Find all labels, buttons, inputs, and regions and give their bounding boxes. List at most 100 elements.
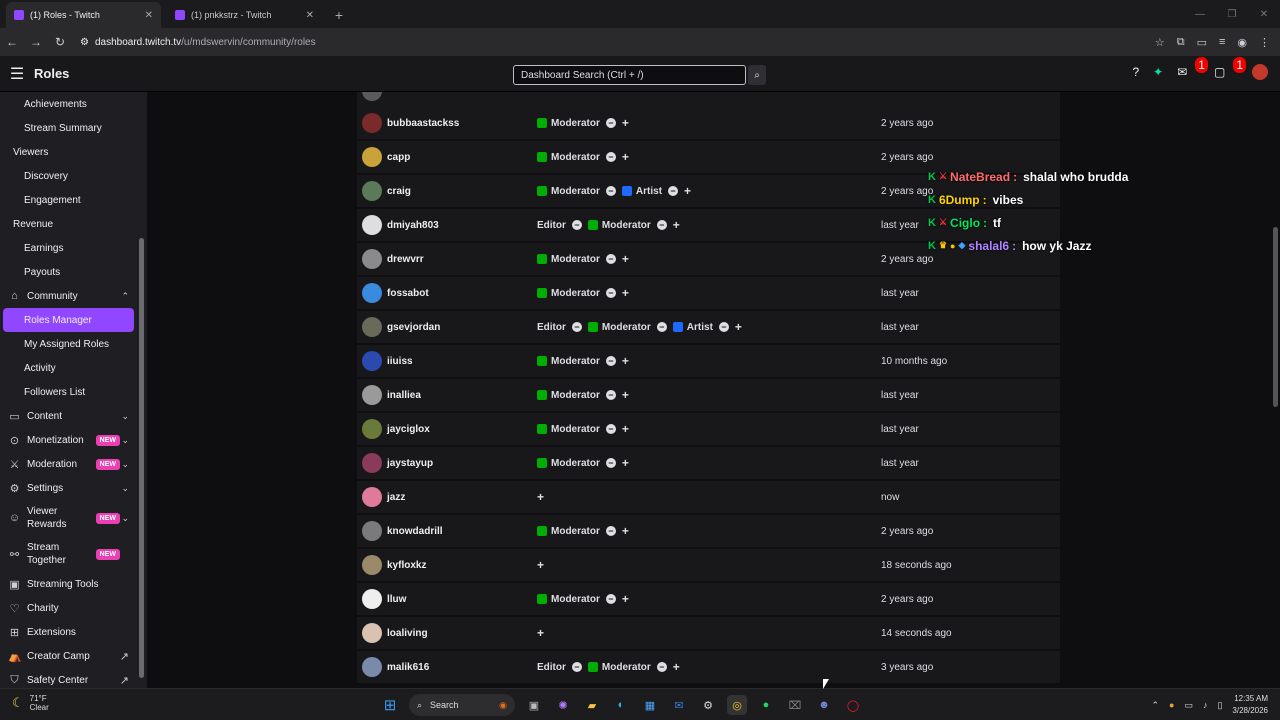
remove-role-button[interactable]: −	[605, 152, 616, 162]
remove-role-button[interactable]: −	[605, 186, 616, 196]
avatar[interactable]	[362, 385, 382, 405]
reload-icon[interactable]: ↻	[48, 35, 72, 49]
avatar[interactable]	[362, 113, 382, 133]
site-info-icon[interactable]: ⚙	[80, 37, 89, 48]
username[interactable]: kyfloxkz	[387, 560, 537, 571]
profile-icon[interactable]: ◉	[1237, 36, 1247, 49]
remove-role-button[interactable]: −	[605, 118, 616, 128]
remove-role-button[interactable]: −	[718, 322, 729, 332]
taskbar-search[interactable]: ⌕ Search ◉	[409, 694, 515, 716]
add-role-button[interactable]: +	[622, 592, 629, 606]
close-window-icon[interactable]: ✕	[1248, 0, 1280, 28]
windows-start-icon[interactable]: ⊞	[380, 695, 400, 715]
minimize-icon[interactable]: —	[1184, 0, 1216, 28]
avatar[interactable]	[362, 147, 382, 167]
username[interactable]: lluw	[387, 594, 537, 605]
main-scrollbar-thumb[interactable]	[1273, 227, 1278, 407]
chrome-icon[interactable]: ◎	[727, 695, 747, 715]
sidebar-item-content[interactable]: ▭ Content ⌄	[0, 404, 147, 428]
sidebar-item-followers-list[interactable]: Followers List	[0, 380, 147, 404]
sidebar-item-stream-together[interactable]: ⚯ Stream Together NEW	[0, 536, 147, 572]
sidebar-item-viewer-rewards[interactable]: ☺ Viewer Rewards NEW ⌄	[0, 500, 147, 536]
volume-icon[interactable]: ♪	[1203, 700, 1208, 710]
chevron-down-icon[interactable]: ⌄	[121, 411, 129, 422]
opera-icon[interactable]: ◯	[843, 695, 863, 715]
avatar[interactable]	[362, 657, 382, 677]
hamburger-menu-icon[interactable]: ☰	[0, 64, 34, 84]
username[interactable]: iiuiss	[387, 356, 537, 367]
add-role-button[interactable]: +	[622, 388, 629, 402]
username[interactable]: jaystayup	[387, 458, 537, 469]
chevron-down-icon[interactable]: ⌄	[121, 513, 129, 524]
forward-icon[interactable]: →	[24, 35, 48, 49]
notifications-icon[interactable]: ▢ 1	[1214, 57, 1246, 79]
edge-icon[interactable]: ◐	[611, 695, 631, 715]
remove-role-button[interactable]: −	[668, 186, 679, 196]
dashboard-search-input[interactable]: Dashboard Search (Ctrl + /)	[513, 65, 746, 85]
sidebar-item-moderation[interactable]: ⚔ Moderation NEW ⌄	[0, 452, 147, 476]
sidebar-item-viewers[interactable]: Viewers	[0, 140, 147, 164]
inbox-icon[interactable]: ✉ 1	[1177, 57, 1208, 79]
remove-role-button[interactable]: −	[656, 322, 667, 332]
remove-role-button[interactable]: −	[605, 594, 616, 604]
username[interactable]: craig	[387, 186, 537, 197]
username[interactable]: fossabot	[387, 288, 537, 299]
add-role-button[interactable]: +	[537, 558, 544, 572]
back-icon[interactable]: ←	[0, 35, 24, 49]
bits-gem-icon[interactable]: ✦	[1153, 65, 1163, 79]
copilot-icon[interactable]: ✺	[553, 695, 573, 715]
store-icon[interactable]: ▦	[640, 695, 660, 715]
sidebar-item-settings[interactable]: ⚙ Settings ⌄	[0, 476, 147, 500]
add-role-button[interactable]: +	[622, 252, 629, 266]
remove-role-button[interactable]: −	[605, 424, 616, 434]
clock[interactable]: 12:35 AM 3/28/2026	[1232, 693, 1268, 717]
username[interactable]: capp	[387, 152, 537, 163]
remove-role-button[interactable]: −	[571, 220, 582, 230]
avatar[interactable]	[362, 419, 382, 439]
avatar[interactable]	[362, 215, 382, 235]
sidebar-item-discovery[interactable]: Discovery	[0, 164, 147, 188]
extensions-puzzle-icon[interactable]: ⧉	[1177, 36, 1185, 49]
remove-role-button[interactable]: −	[656, 220, 667, 230]
username[interactable]: dmiyah803	[387, 220, 537, 231]
chevron-down-icon[interactable]: ⌄	[121, 459, 129, 470]
browser-tab-pnkkstrz[interactable]: (1) pnkkstrz - Twitch ✕	[167, 2, 322, 28]
username[interactable]: loaliving	[387, 628, 537, 639]
sidebar-item-streaming-tools[interactable]: ▣ Streaming Tools	[0, 572, 147, 596]
bookmark-star-icon[interactable]: ☆	[1155, 36, 1165, 49]
avatar[interactable]	[362, 453, 382, 473]
maximize-icon[interactable]: ❐	[1216, 0, 1248, 28]
add-role-button[interactable]: +	[622, 116, 629, 130]
sidebar-item-safety-center[interactable]: ⛉ Safety Center ↗	[0, 668, 147, 688]
username[interactable]: knowdadrill	[387, 526, 537, 537]
avatar[interactable]	[362, 521, 382, 541]
remove-role-button[interactable]: −	[605, 356, 616, 366]
sidebar-item-activity[interactable]: Activity	[0, 356, 147, 380]
avatar[interactable]	[362, 181, 382, 201]
add-role-button[interactable]: +	[622, 422, 629, 436]
remove-role-button[interactable]: −	[605, 288, 616, 298]
add-role-button[interactable]: +	[622, 354, 629, 368]
battery-icon[interactable]: ▯	[1217, 700, 1222, 711]
sidebar-item-revenue[interactable]: Revenue	[0, 212, 147, 236]
username[interactable]: gsevjordan	[387, 322, 537, 333]
mail-icon[interactable]: ✉	[669, 695, 689, 715]
username[interactable]: bubbaastackss	[387, 118, 537, 129]
avatar[interactable]	[362, 249, 382, 269]
new-tab-button[interactable]: +	[330, 6, 348, 24]
chevron-down-icon[interactable]: ⌄	[121, 483, 129, 494]
file-explorer-icon[interactable]: ▰	[582, 695, 602, 715]
sidebar-item-my-assigned-roles[interactable]: My Assigned Roles	[0, 332, 147, 356]
avatar[interactable]	[362, 283, 382, 303]
sidebar-scrollbar-thumb[interactable]	[139, 238, 144, 678]
browser-tab-roles[interactable]: (1) Roles - Twitch ✕	[6, 2, 161, 28]
add-role-button[interactable]: +	[673, 660, 680, 674]
sidebar-item-engagement[interactable]: Engagement	[0, 188, 147, 212]
avatar[interactable]	[362, 317, 382, 337]
chevron-up-icon[interactable]: ⌃	[1151, 700, 1159, 711]
username[interactable]: drewvrr	[387, 254, 537, 265]
sidebar-item-stream-summary[interactable]: Stream Summary	[0, 116, 147, 140]
cast-icon[interactable]: ▭	[1197, 36, 1207, 49]
sidebar-item-creator-camp[interactable]: ⛺ Creator Camp ↗	[0, 644, 147, 668]
add-role-button[interactable]: +	[622, 524, 629, 538]
